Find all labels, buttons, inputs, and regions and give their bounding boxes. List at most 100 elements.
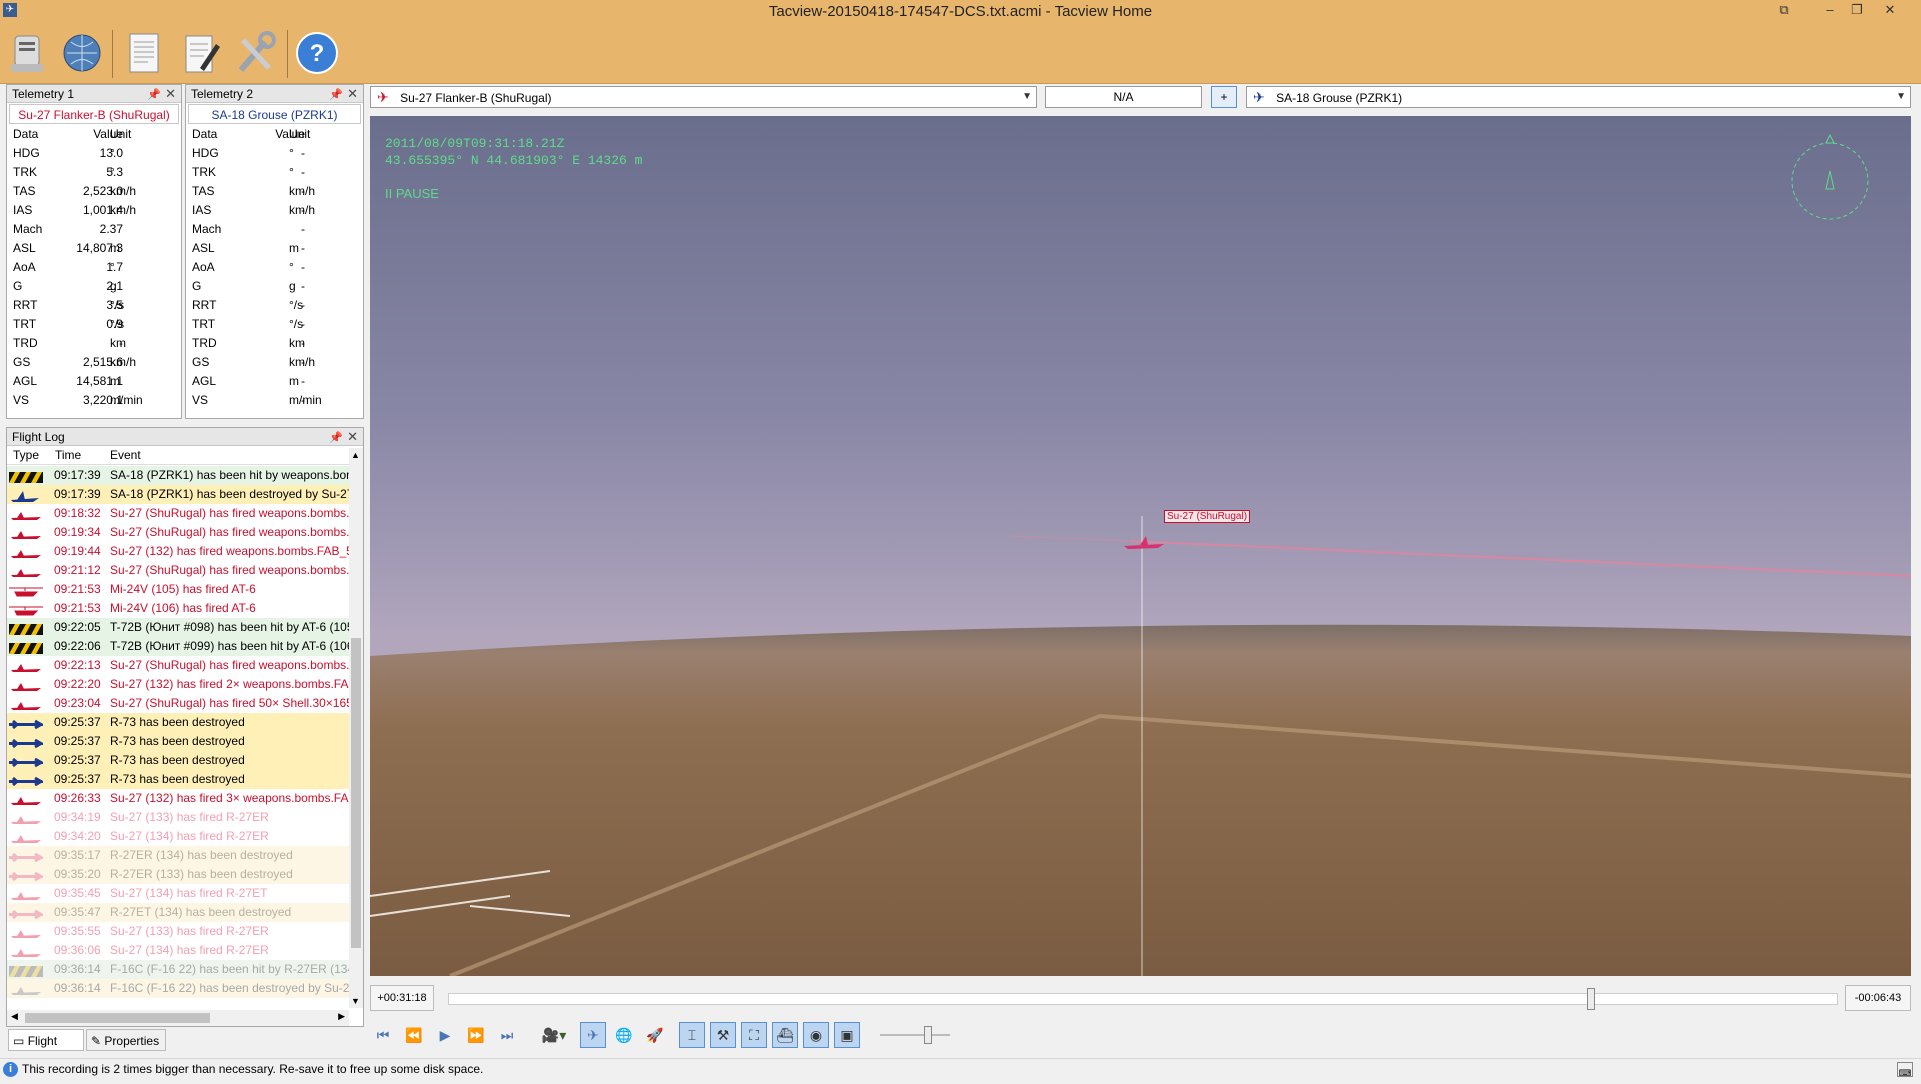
log-row[interactable]: 09:17:39 SA-18 (PZRK1) has been hit by we… <box>7 466 349 485</box>
globe-view-icon[interactable]: 🌐 <box>611 1022 637 1048</box>
marker-icon[interactable]: ⌶ <box>679 1022 705 1048</box>
log-row[interactable]: 09:36:14 F-16C (F-16 22) has been destroy… <box>7 979 349 998</box>
timeline-thumb[interactable] <box>1587 988 1596 1010</box>
red-heli-icon <box>9 584 43 597</box>
log-row[interactable]: 09:17:39 SA-18 (PZRK1) has been destroyed… <box>7 485 349 504</box>
log-row[interactable]: 09:35:55 Su-27 (133) has fired R-27ER <box>7 922 349 941</box>
play-icon[interactable]: ▶ <box>432 1022 458 1048</box>
tools-icon[interactable]: ⚒ <box>710 1022 736 1048</box>
close-icon[interactable]: ✕ <box>347 85 358 103</box>
pin-icon[interactable]: 📌 <box>329 429 343 447</box>
log-row[interactable]: 09:35:45 Su-27 (134) has fired R-27ET <box>7 884 349 903</box>
log-row[interactable]: 09:25:37 R-73 has been destroyed <box>7 751 349 770</box>
log-row[interactable]: 09:35:17 R-27ER (134) has been destroyed <box>7 846 349 865</box>
log-row[interactable]: 09:34:19 Su-27 (133) has fired R-27ER <box>7 808 349 827</box>
log-time: 09:35:45 <box>54 886 101 900</box>
log-row[interactable]: 09:22:20 Su-27 (132) has fired 2× weapons… <box>7 675 349 694</box>
aircraft-model[interactable] <box>1124 536 1164 552</box>
aircraft-label[interactable]: Su-27 (ShuRugal) <box>1164 510 1251 523</box>
skip-start-icon[interactable]: ⏮ <box>370 1022 396 1048</box>
log-row[interactable]: 09:23:04 Su-27 (ShuRugal) has fired 50× S… <box>7 694 349 713</box>
log-row[interactable]: 09:22:13 Su-27 (ShuRugal) has fired weapo… <box>7 656 349 675</box>
vertical-scrollbar[interactable]: ▲ ▼ <box>349 448 363 1008</box>
log-row[interactable]: 09:19:44 Su-27 (132) has fired weapons.bo… <box>7 542 349 561</box>
fast-forward-icon[interactable]: ⏩ <box>463 1022 489 1048</box>
camera-mode-dropdown[interactable]: 🎥▾ <box>534 1022 574 1048</box>
close-icon[interactable]: ✕ <box>165 85 176 103</box>
log-event: Su-27 (134) has fired R-27ET <box>110 886 268 900</box>
log-row[interactable]: 09:34:20 Su-27 (134) has fired R-27ER <box>7 827 349 846</box>
log-row[interactable]: 09:21:53 Mi-24V (106) has fired AT-6 <box>7 599 349 618</box>
log-row[interactable]: 09:25:37 R-73 has been destroyed <box>7 770 349 789</box>
telemetry1-object[interactable]: Su-27 Flanker-B (ShuRugal) <box>9 104 179 124</box>
col-time[interactable]: Time <box>55 446 81 465</box>
telemetry-row: ASL - m <box>186 239 363 258</box>
log-row[interactable]: 09:25:37 R-73 has been destroyed <box>7 713 349 732</box>
record-icon[interactable] <box>0 26 54 80</box>
col-type[interactable]: Type <box>13 446 39 465</box>
keyboard-icon[interactable]: ⌨ <box>1897 1062 1913 1078</box>
pink-jet-icon <box>9 888 43 900</box>
log-row[interactable]: 09:18:32 Su-27 (ShuRugal) has fired weapo… <box>7 504 349 523</box>
tab-flightlog[interactable]: ▭ Flight Log <box>8 1029 84 1070</box>
log-row[interactable]: 09:21:12 Su-27 (ShuRugal) has fired weapo… <box>7 561 349 580</box>
log-row[interactable]: 09:25:37 R-73 has been destroyed <box>7 732 349 751</box>
terrain-icon[interactable]: ◉ <box>803 1022 829 1048</box>
log-row[interactable]: 09:36:06 Su-27 (134) has fired R-27ER <box>7 941 349 960</box>
maximize-button[interactable]: ❐ <box>1843 0 1871 22</box>
document-icon[interactable] <box>117 26 171 80</box>
pin-icon[interactable]: 📌 <box>147 86 161 104</box>
secondary-object-select[interactable]: ✈ SA-18 Grouse (PZRK1) ▼ <box>1246 86 1911 108</box>
log-row[interactable]: 09:36:14 F-16C (F-16 22) has been hit by … <box>7 960 349 979</box>
telemetry-unit: km/h <box>289 203 316 217</box>
remaining-time: -00:06:43 <box>1845 985 1911 1011</box>
rewind-icon[interactable]: ⏪ <box>401 1022 427 1048</box>
log-time: 09:25:37 <box>54 734 101 748</box>
log-row[interactable]: 09:22:06 T-72B (Юнит #099) has been hit b… <box>7 637 349 656</box>
external-view-icon[interactable]: 🚀 <box>642 1022 668 1048</box>
close-button[interactable]: ✕ <box>1876 0 1904 22</box>
info-icon: i <box>3 1062 18 1077</box>
3d-viewport[interactable]: Su-27 (ShuRugal) 2011/08/09T09:31:18.21Z… <box>370 116 1911 976</box>
timeline-track[interactable] <box>448 988 1838 1010</box>
globe-icon[interactable] <box>55 26 109 80</box>
pink-missile-icon <box>9 907 47 920</box>
log-row[interactable]: 09:35:20 R-27ER (133) has been destroyed <box>7 865 349 884</box>
timeline-bar: +00:31:18 -00:06:43 <box>370 985 1911 1015</box>
tab-properties[interactable]: ✎ Properties <box>86 1029 166 1051</box>
horizontal-scrollbar[interactable]: ◀ ▶ <box>7 1010 349 1026</box>
scroll-thumb[interactable] <box>351 638 361 948</box>
scroll-right-icon[interactable]: ▶ <box>338 1011 345 1022</box>
pin-icon[interactable]: 📌 <box>329 86 343 104</box>
col-event[interactable]: Event <box>110 446 141 465</box>
skip-end-icon[interactable]: ⏭ <box>494 1022 520 1048</box>
log-row[interactable]: 09:21:53 Mi-24V (105) has fired AT-6 <box>7 580 349 599</box>
scroll-up-icon[interactable]: ▲ <box>351 450 360 460</box>
log-row[interactable]: 09:35:47 R-27ET (134) has been destroyed <box>7 903 349 922</box>
log-row[interactable]: 09:26:33 Su-27 (132) has fired 3× weapons… <box>7 789 349 808</box>
hscroll-thumb[interactable] <box>25 1013 210 1023</box>
cockpit-view-icon[interactable]: ✈ <box>580 1022 606 1048</box>
help-icon[interactable]: ? <box>290 26 344 80</box>
speed-slider[interactable] <box>880 1026 950 1044</box>
tools-icon[interactable] <box>229 26 283 80</box>
ground-icon[interactable]: ⛶ <box>741 1022 767 1048</box>
restore-icon[interactable]: ⧉ <box>1770 0 1798 22</box>
window-icon[interactable]: ▣ <box>834 1022 860 1048</box>
scroll-left-icon[interactable]: ◀ <box>11 1011 18 1022</box>
log-row[interactable]: 09:22:05 T-72B (Юнит #098) has been hit b… <box>7 618 349 637</box>
primary-object-select[interactable]: ✈ Su-27 Flanker-B (ShuRugal) ▼ <box>370 86 1037 108</box>
hud-pause[interactable]: II PAUSE <box>385 186 439 201</box>
speed-slider-thumb[interactable] <box>924 1026 932 1044</box>
notes-icon[interactable] <box>173 26 227 80</box>
flightlog-title: Flight Log <box>12 430 65 444</box>
ship-icon[interactable]: ⛴ <box>772 1022 798 1048</box>
telemetry-label: AoA <box>13 260 36 274</box>
log-row[interactable]: 09:19:34 Su-27 (ShuRugal) has fired weapo… <box>7 523 349 542</box>
close-icon[interactable]: ✕ <box>347 428 358 446</box>
add-object-button[interactable]: + <box>1211 86 1237 108</box>
scroll-down-icon[interactable]: ▼ <box>351 996 360 1006</box>
flightlog-list[interactable]: 09:17:39 SA-18 (PZRK1) has been hit by we… <box>7 466 349 1006</box>
minimize-button[interactable]: – <box>1816 0 1844 22</box>
telemetry2-object[interactable]: SA-18 Grouse (PZRK1) <box>188 104 361 124</box>
